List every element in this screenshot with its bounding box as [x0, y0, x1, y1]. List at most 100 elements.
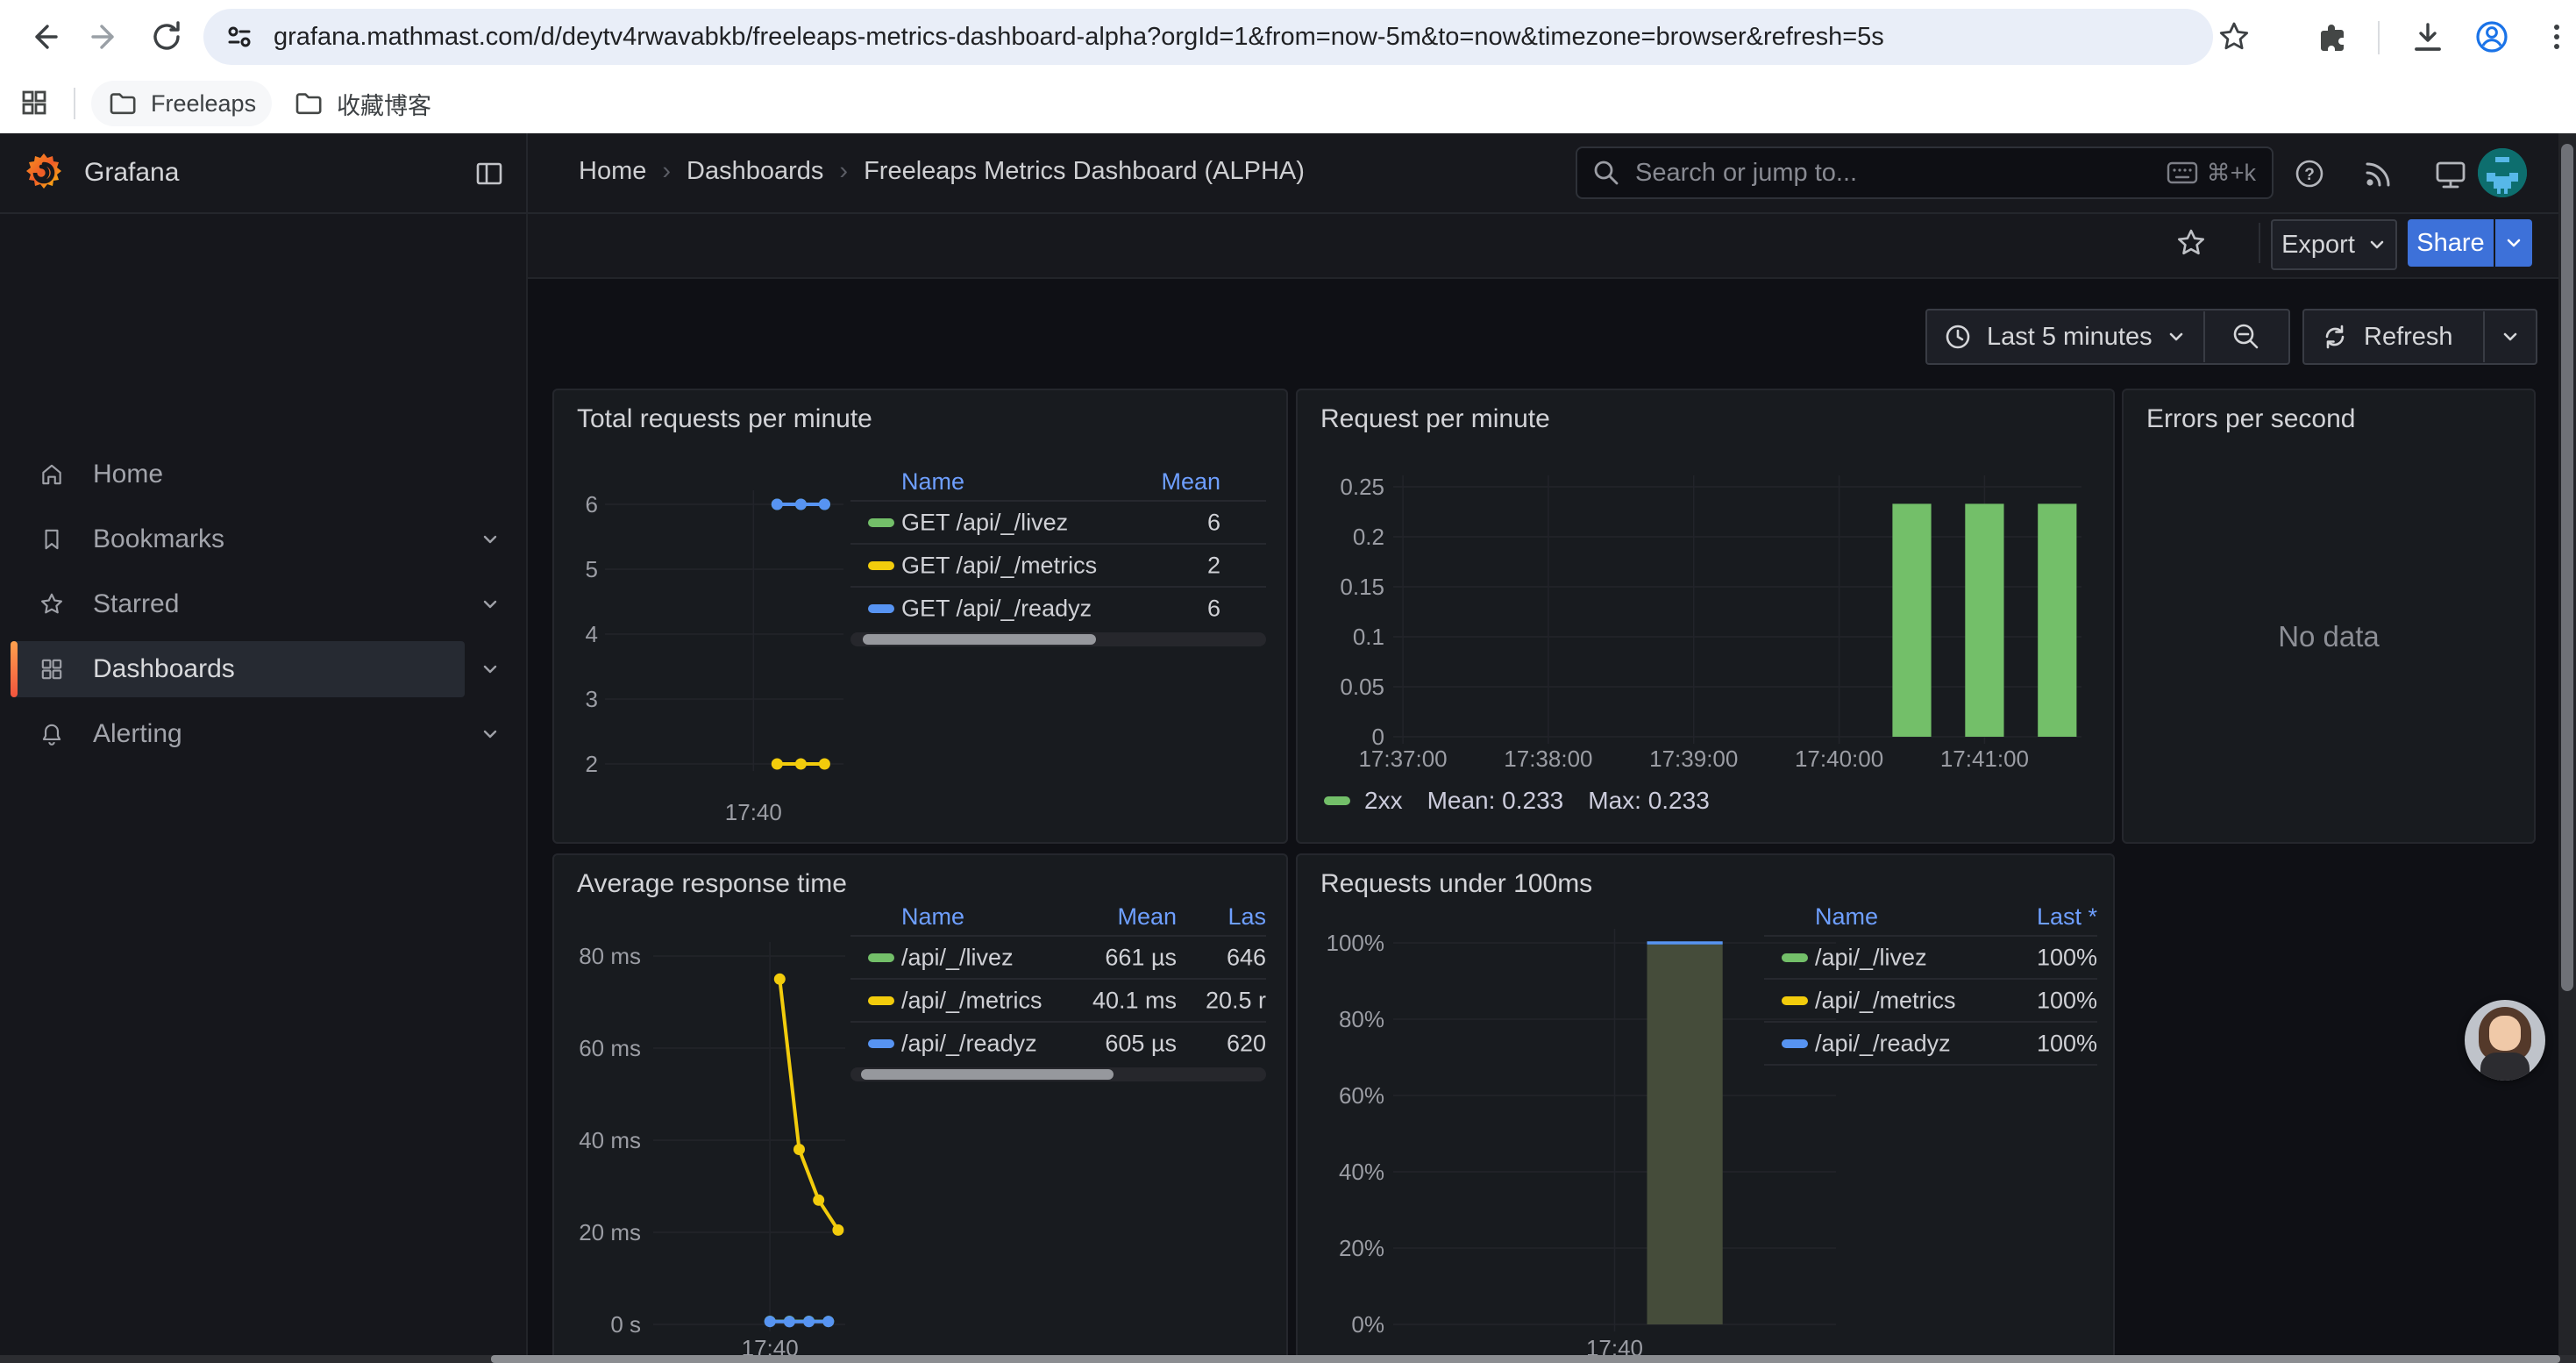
breadcrumb-separator: ›: [662, 157, 671, 186]
browser-menu-icon[interactable]: [2539, 19, 2574, 54]
legend-footer[interactable]: 2xx Mean: 0.233 Max: 0.233: [1324, 787, 1734, 815]
sidebar-item-starred[interactable]: Starred: [0, 572, 526, 637]
panel-title[interactable]: Average response time: [577, 869, 847, 899]
keyboard-icon: [2167, 160, 2198, 186]
browser-toolbar: [0, 0, 2576, 74]
apps-grid-icon[interactable]: [18, 86, 51, 119]
series-value: 20.5 r: [1206, 987, 1266, 1014]
breadcrumb-dashboards[interactable]: Dashboards: [687, 157, 823, 186]
legend-col-name[interactable]: Name: [1815, 903, 1878, 931]
browser-forward-button[interactable]: [81, 12, 130, 61]
chevron-down-icon[interactable]: [479, 593, 502, 616]
legend-table[interactable]: NameLast */api/_/livez100%/api/_/metrics…: [1764, 902, 2097, 1066]
zoom-out-button[interactable]: [2205, 321, 2288, 353]
series-value: 605 µs: [1105, 1030, 1177, 1057]
series-name: GET /api/_/livez: [901, 509, 1068, 536]
legend-col-value[interactable]: Last *: [2037, 903, 2097, 931]
series-name: /api/_/metrics: [1815, 987, 1956, 1014]
legend-col-name[interactable]: Name: [901, 468, 964, 496]
svg-text:0 s: 0 s: [610, 1311, 641, 1338]
svg-text:17:37:00: 17:37:00: [1358, 746, 1447, 772]
legend-row[interactable]: GET /api/_/livez6: [850, 502, 1266, 543]
profile-icon[interactable]: [2473, 18, 2511, 56]
search-box[interactable]: ⌘+k: [1576, 146, 2274, 199]
sidebar-item-label: Bookmarks: [93, 525, 224, 554]
downloads-icon[interactable]: [2409, 19, 2446, 56]
nav-highlight: [11, 511, 465, 567]
chevron-down-icon[interactable]: [479, 528, 502, 551]
sidebar-item-home[interactable]: Home: [0, 442, 526, 507]
nav-highlight: [11, 706, 465, 762]
sidebar-item-bookmarks[interactable]: Bookmarks: [0, 507, 526, 572]
dashboard-star-icon[interactable]: [2174, 226, 2208, 260]
rss-icon[interactable]: [2360, 156, 2395, 191]
sidebar-toggle-icon[interactable]: [473, 158, 505, 189]
refresh-button[interactable]: Refresh: [2304, 322, 2483, 352]
legend-table[interactable]: Name Mean Las/api/_/livez661 µs646/api/_/m…: [850, 902, 1266, 1081]
legend-row[interactable]: /api/_/livez661 µs646: [850, 937, 1266, 978]
avatar-pixel-art: [2478, 148, 2527, 197]
site-settings-icon[interactable]: [223, 20, 256, 54]
browser-back-button[interactable]: [19, 12, 68, 61]
chevron-down-icon[interactable]: [479, 723, 502, 746]
panel-request-per-minute[interactable]: Request per minute 0.250.20.150.10.05017…: [1296, 389, 2115, 844]
legend-row[interactable]: /api/_/livez100%: [1764, 937, 2097, 978]
panel-title[interactable]: Request per minute: [1320, 404, 1550, 434]
panel-title[interactable]: Errors per second: [2146, 404, 2355, 434]
bookmark-folder-freeleaps[interactable]: Freeleaps: [91, 81, 272, 126]
grafana-header: Grafana Home › Dashboards › Freeleaps Me…: [0, 133, 2576, 214]
legend-row[interactable]: /api/_/readyz100%: [1764, 1021, 2097, 1066]
sidebar-item-dashboards[interactable]: Dashboards: [0, 637, 526, 702]
bookmark-label: Freeleaps: [151, 90, 256, 118]
chevron-down-icon[interactable]: [479, 658, 502, 681]
url-input[interactable]: [272, 22, 2143, 53]
legend-scrollbar-thumb[interactable]: [863, 634, 1096, 645]
legend-col-name[interactable]: Name: [901, 903, 964, 931]
legend-row[interactable]: /api/_/readyz605 µs620: [850, 1021, 1266, 1064]
legend-scrollbar-thumb[interactable]: [861, 1069, 1114, 1080]
panel-title[interactable]: Total requests per minute: [577, 404, 872, 434]
series-name: 2xx: [1364, 787, 1403, 815]
bookmark-star-icon[interactable]: [2217, 19, 2252, 54]
timeseries-chart: 6543217:40: [563, 474, 865, 842]
panel-average-response-time[interactable]: Average response time 80 ms60 ms40 ms20 …: [552, 853, 1288, 1363]
series-swatch: [1324, 796, 1350, 805]
kiosk-monitor-icon[interactable]: [2432, 156, 2469, 193]
panel-total-requests-per-minute[interactable]: Total requests per minute 6543217:40 Nam…: [552, 389, 1288, 844]
legend-row[interactable]: /api/_/metrics 100%: [1764, 978, 2097, 1021]
legend-col-value[interactable]: Mean: [1161, 468, 1220, 496]
legend-table[interactable]: Name Mean GET /api/_/livez6GET /api/_/metr…: [850, 467, 1266, 646]
panel-errors-per-second[interactable]: Errors per second No data: [2122, 389, 2536, 844]
help-icon[interactable]: ?: [2292, 156, 2327, 191]
floating-assistant-avatar[interactable]: [2465, 1000, 2545, 1081]
browser-reload-button[interactable]: [142, 12, 191, 61]
no-data-message: No data: [2124, 620, 2534, 653]
svg-text:80 ms: 80 ms: [579, 943, 641, 969]
share-button[interactable]: Share: [2408, 219, 2494, 267]
timeseries-chart: 80 ms60 ms40 ms20 ms0 s17:40: [563, 923, 865, 1363]
user-avatar[interactable]: [2478, 148, 2527, 197]
sidebar-item-alerting[interactable]: Alerting: [0, 702, 526, 767]
legend-col-value[interactable]: Las: [1228, 903, 1266, 931]
svg-text:0.05: 0.05: [1340, 674, 1384, 700]
legend-col-value[interactable]: Mean: [1117, 903, 1177, 931]
legend-scrollbar[interactable]: [850, 632, 1266, 646]
legend-scrollbar[interactable]: [850, 1067, 1266, 1081]
panel-title[interactable]: Requests under 100ms: [1320, 869, 1592, 899]
bookmark-folder-blogs[interactable]: 收藏博客: [277, 81, 447, 126]
url-bar[interactable]: [203, 9, 2213, 65]
refresh-interval-button[interactable]: [2485, 327, 2536, 346]
share-menu-button[interactable]: [2495, 219, 2532, 267]
breadcrumb-home[interactable]: Home: [579, 157, 646, 186]
export-button[interactable]: Export: [2271, 219, 2397, 270]
horizontal-scrollbar-thumb[interactable]: [491, 1355, 2560, 1363]
search-input[interactable]: [1633, 158, 2167, 189]
series-value: 100%: [2037, 987, 2097, 1014]
extensions-icon[interactable]: [2316, 19, 2352, 54]
time-range-picker[interactable]: Last 5 minutes: [1925, 309, 2290, 365]
legend-row[interactable]: /api/_/metrics40.1 ms20.5 r: [850, 978, 1266, 1021]
legend-row[interactable]: GET /api/_/metrics2: [850, 543, 1266, 586]
panel-requests-under-100ms[interactable]: Requests under 100ms 100%80%60%40%20%0%1…: [1296, 853, 2115, 1363]
legend-row[interactable]: GET /api/_/readyz6: [850, 586, 1266, 629]
vertical-scrollbar-thumb[interactable]: [2561, 144, 2573, 991]
